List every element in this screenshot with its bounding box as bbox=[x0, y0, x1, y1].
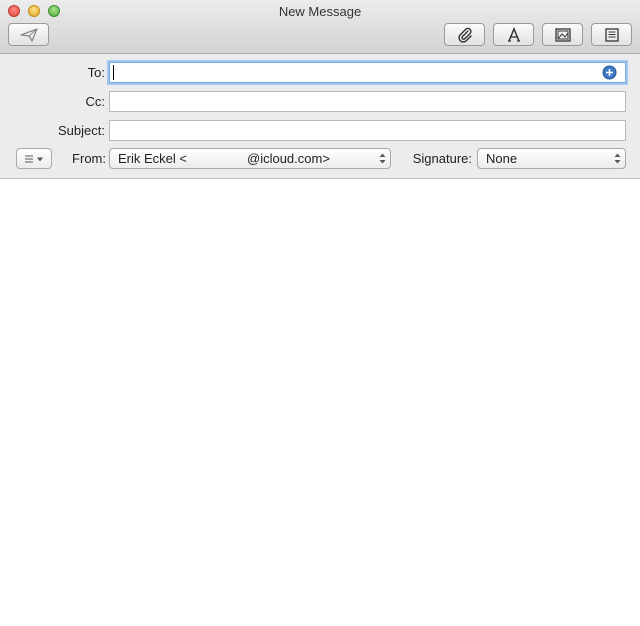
message-body[interactable] bbox=[0, 179, 640, 626]
cc-field[interactable] bbox=[109, 91, 626, 112]
subject-field[interactable] bbox=[109, 120, 626, 141]
popup-arrows-icon bbox=[614, 153, 621, 164]
from-name: Erik Eckel < bbox=[118, 151, 187, 166]
to-label: To: bbox=[87, 65, 105, 80]
text-cursor bbox=[113, 65, 114, 80]
popup-arrows-icon bbox=[379, 153, 386, 164]
attach-button[interactable] bbox=[444, 23, 485, 46]
from-label: From: bbox=[72, 151, 106, 166]
to-field[interactable] bbox=[109, 62, 626, 83]
header-options-button[interactable] bbox=[16, 148, 52, 169]
from-popup[interactable]: Erik Eckel < @icloud.com> bbox=[109, 148, 391, 169]
photo-browser-icon bbox=[554, 27, 571, 42]
send-icon bbox=[19, 27, 38, 42]
signature-popup[interactable]: None bbox=[477, 148, 626, 169]
attach-icon bbox=[457, 27, 472, 43]
format-fonts-button[interactable] bbox=[493, 23, 534, 46]
photo-browser-button[interactable] bbox=[542, 23, 583, 46]
mail-compose-window: New Message To: Cc: Subject: From: Erik … bbox=[0, 0, 640, 626]
send-button[interactable] bbox=[8, 23, 49, 46]
list-chevron-icon bbox=[25, 154, 43, 163]
template-icon bbox=[604, 27, 619, 42]
show-stationery-button[interactable] bbox=[591, 23, 632, 46]
add-contact-icon[interactable] bbox=[602, 65, 617, 80]
format-fonts-icon bbox=[507, 26, 520, 42]
cc-label: Cc: bbox=[85, 94, 106, 109]
signature-value: None bbox=[486, 151, 518, 166]
title-bar: New Message bbox=[0, 0, 640, 54]
signature-label: Signature: bbox=[412, 151, 472, 166]
window-title: New Message bbox=[278, 4, 362, 19]
subject-label: Subject: bbox=[58, 123, 105, 138]
from-domain: @icloud.com> bbox=[247, 151, 330, 166]
